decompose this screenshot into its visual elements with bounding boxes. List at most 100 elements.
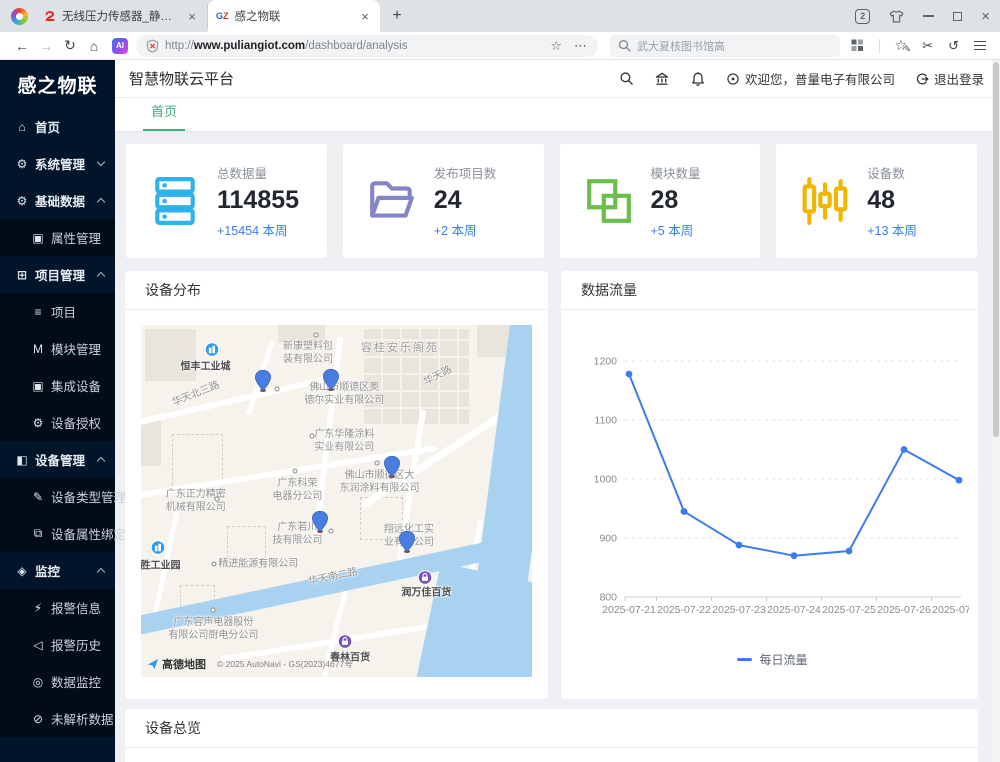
reload-icon[interactable]: ↻ [58, 37, 82, 54]
map-label: 新康塑料包 装有限公司 [283, 340, 333, 366]
search-input[interactable]: 武大夏核图书馆高 [610, 35, 840, 57]
device-distribution-panel: 设备分布 新康塑料包 装有限公司容桂安乐阁苑恒丰工业城华天北三路佛山市顺德区奥 … [125, 271, 548, 699]
svg-text:1000: 1000 [594, 474, 618, 486]
tab-close-icon[interactable]: × [185, 9, 199, 24]
main-content: 智慧物联云平台 欢迎您，普量电子有限公司 退出登录 [115, 60, 1000, 762]
close-button[interactable]: × [981, 9, 990, 24]
bank-icon[interactable] [654, 71, 670, 87]
stat-value: 114855 [217, 186, 299, 215]
device-overview-panel: 设备总览 [125, 709, 978, 762]
page-scrollbar[interactable] [992, 60, 1000, 762]
map-pin-icon[interactable] [398, 531, 415, 559]
svg-text:2025-07-21: 2025-07-21 [602, 604, 656, 616]
svg-text:2025-07-22: 2025-07-22 [657, 604, 711, 616]
panel-title: 设备总览 [125, 709, 978, 748]
sidebar-item[interactable]: ◁报警历史 [0, 626, 115, 663]
sidebar-item[interactable]: ◧设备管理 [0, 441, 115, 478]
bell-icon[interactable] [690, 71, 706, 87]
back-icon[interactable]: ← [10, 38, 34, 54]
sidebar-item[interactable]: ⚙基础数据 [0, 182, 115, 219]
svg-text:2025-07-27: 2025-07-27 [932, 604, 969, 616]
address-bar[interactable]: http://www.puliangiot.com/dashboard/anal… [136, 35, 598, 57]
browser-toolbar: ← → ↻ ⌂ AI http://www.puliangiot.com/das… [0, 32, 1000, 60]
amap-logo[interactable]: 高德地图 [147, 656, 206, 672]
sidebar-item[interactable]: ✎设备类型管理 [0, 478, 115, 515]
home-icon: ⌂ [14, 120, 30, 134]
bookmark-star-icon[interactable]: ☆ [550, 38, 562, 54]
favorites-icon[interactable]: ☆✎ [895, 37, 908, 54]
url-text[interactable]: http://www.puliangiot.com/dashboard/anal… [165, 40, 544, 52]
map-poi-dot [212, 562, 217, 567]
theme-shirt-icon[interactable] [889, 10, 904, 23]
shield-alert-icon[interactable] [146, 39, 159, 53]
svg-text:2025-07-26: 2025-07-26 [877, 604, 931, 616]
svg-text:1100: 1100 [594, 415, 617, 427]
undo-icon[interactable]: ↺ [948, 38, 959, 54]
ai-assistant-icon[interactable]: AI [112, 38, 128, 54]
sidebar: 感之物联 ⌂ 首页 ⚙系统管理⚙基础数据▣属性管理⊞项目管理≡项目M模块管理▣集成设… [0, 60, 115, 762]
tab-count-badge[interactable]: 2 [855, 9, 870, 24]
page-title: 智慧物联云平台 [129, 68, 234, 89]
browser-window: 无线压力传感器_静力水准仪_ × GZ 感之物联 × + 2 × ← → ↻ ⌂… [0, 0, 1000, 60]
tab2-favicon-icon: GZ [216, 11, 229, 21]
sidebar-item[interactable]: ▣属性管理 [0, 219, 115, 256]
sidebar-item[interactable]: ◎数据监控 [0, 663, 115, 700]
scissors-icon[interactable]: ✂ [922, 38, 933, 54]
map-pin-icon[interactable] [254, 370, 271, 398]
device-map[interactable]: 新康塑料包 装有限公司容桂安乐阁苑恒丰工业城华天北三路佛山市顺德区奥 德尔实业有… [141, 325, 532, 677]
sidebar-item[interactable]: ⧉设备属性绑定 [0, 515, 115, 552]
page-tabbar: 首页 [115, 98, 1000, 131]
tab-close-icon[interactable]: × [358, 9, 372, 24]
logout-icon [915, 72, 929, 86]
amap-arrow-icon [147, 658, 159, 670]
browser-logo-icon[interactable] [11, 8, 28, 25]
apps-grid-icon[interactable] [851, 39, 864, 52]
browser-tab-1[interactable]: 无线压力传感器_静力水准仪_ × [36, 4, 208, 28]
tab-home[interactable]: 首页 [143, 101, 185, 131]
map-label: 佛山市顺德区奥 德尔实业有限公司 [304, 381, 384, 407]
stat-card: 发布项目数24+2 本周 [342, 143, 545, 259]
monitor-icon: ◈ [14, 564, 30, 578]
map-label: 华天路 [422, 363, 455, 389]
map-pin-icon[interactable] [384, 456, 401, 484]
sidebar-item[interactable]: ⚙设备授权 [0, 404, 115, 441]
minimize-button[interactable] [923, 15, 934, 17]
sidebar-item[interactable]: M模块管理 [0, 330, 115, 367]
map-pin-icon[interactable] [312, 510, 329, 538]
stat-label: 模块数量 [651, 163, 701, 182]
line-chart[interactable]: 8009001000110012002025-07-212025-07-2220… [567, 334, 969, 634]
more-options-icon[interactable]: ⋯ [574, 38, 588, 54]
menu-icon[interactable] [974, 41, 986, 51]
new-tab-button[interactable]: + [384, 4, 410, 28]
scrollbar-thumb[interactable] [993, 62, 999, 437]
app-logo[interactable]: 感之物联 [0, 60, 115, 108]
forward-icon[interactable]: → [34, 38, 58, 54]
sidebar-item[interactable]: ⊞项目管理 [0, 256, 115, 293]
home-icon[interactable]: ⌂ [82, 38, 106, 54]
chevron-down-icon [97, 158, 105, 166]
map-pin-icon[interactable] [323, 369, 340, 397]
search-placeholder: 武大夏核图书馆高 [637, 38, 725, 54]
chevron-up-icon [97, 272, 105, 280]
sidebar-item[interactable]: ◈监控 [0, 552, 115, 589]
sidebar-item[interactable]: ⚙系统管理 [0, 145, 115, 182]
map-poi-dot [210, 607, 215, 612]
alarm-info-icon: ⚡ [30, 601, 46, 615]
sidebar-item-label: 报警历史 [51, 635, 101, 654]
header-search-icon[interactable] [619, 71, 634, 86]
svg-text:900: 900 [599, 533, 617, 545]
logout-button[interactable]: 退出登录 [915, 69, 984, 88]
chart-legend[interactable]: 每日流量 [567, 651, 978, 668]
map-attribution: © 2025 AutoNavi - GS(2023)4677号 [217, 658, 353, 670]
sidebar-item[interactable]: ▣集成设备 [0, 367, 115, 404]
sidebar-item-label: 首页 [35, 117, 60, 136]
stat-card: 模块数量28+5 本周 [559, 143, 762, 259]
devices-icon [800, 176, 850, 226]
browser-tab-2[interactable]: GZ 感之物联 × [208, 0, 380, 32]
sidebar-item[interactable]: ⊘未解析数据 [0, 700, 115, 737]
sidebar-item[interactable]: ⚡报警信息 [0, 589, 115, 626]
sidebar-item[interactable]: ⌂ 首页 [0, 108, 115, 145]
maximize-button[interactable] [953, 12, 962, 21]
stat-card: 设备数48+13 本周 [775, 143, 978, 259]
sidebar-item[interactable]: ≡项目 [0, 293, 115, 330]
